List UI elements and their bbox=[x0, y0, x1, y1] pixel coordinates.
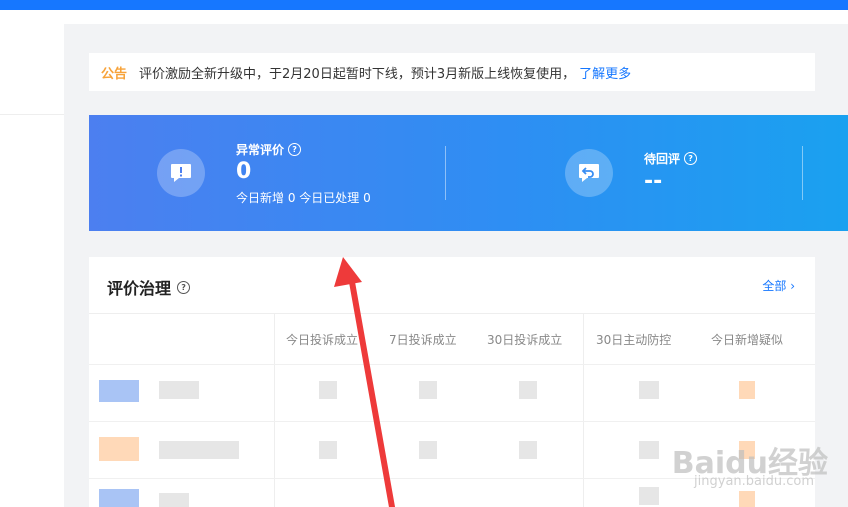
watermark-url: jingyan.baidu.com bbox=[694, 474, 814, 489]
annotation-arrow bbox=[334, 257, 395, 507]
